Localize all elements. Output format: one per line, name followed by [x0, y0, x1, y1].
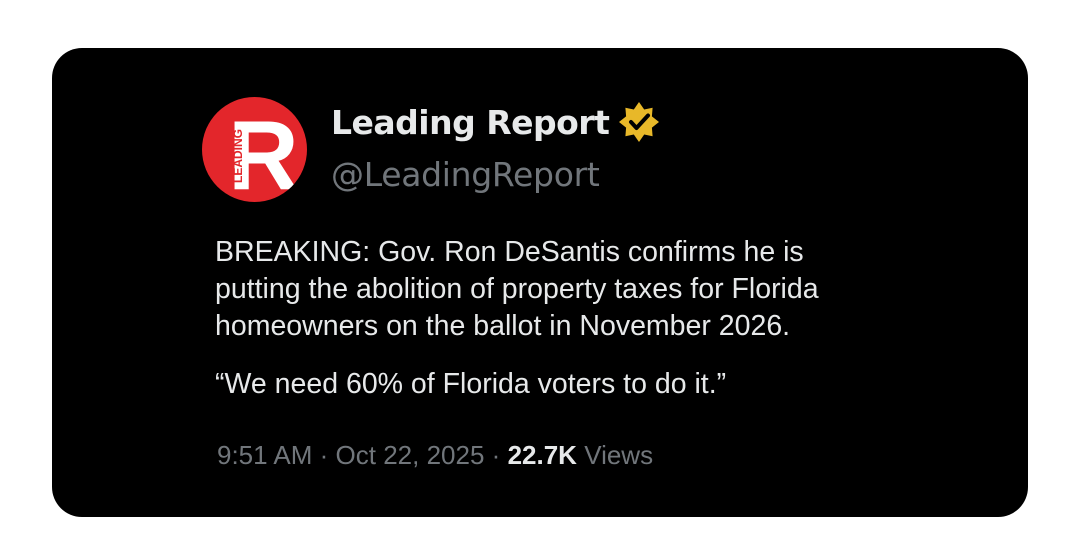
author-name-row[interactable]: Leading Report: [331, 100, 661, 144]
tweet-quote-paragraph: “We need 60% of Florida voters to do it.…: [215, 368, 727, 400]
author-display-name[interactable]: Leading Report: [331, 103, 610, 142]
tweet-meta: 9:51 AM · Oct 22, 2025 · 22.7K Views: [217, 440, 653, 471]
meta-separator: ·: [491, 440, 501, 470]
tweet-time[interactable]: 9:51 AM: [217, 440, 312, 470]
tweet-paragraph: BREAKING: Gov. Ron DeSantis confirms he …: [215, 236, 819, 342]
verified-badge-icon: [617, 100, 661, 144]
meta-separator: ·: [319, 440, 329, 470]
leading-report-logo-icon: R LEADING: [228, 100, 299, 202]
views-label: Views: [584, 440, 654, 470]
tweet-date[interactable]: Oct 22, 2025: [336, 440, 485, 470]
author-handle[interactable]: @LeadingReport: [331, 155, 600, 194]
avatar-side-text: LEADING: [231, 129, 245, 183]
views-count: 22.7K: [507, 440, 577, 470]
tweet-body: BREAKING: Gov. Ron DeSantis confirms he …: [215, 234, 935, 403]
avatar[interactable]: R LEADING: [202, 97, 307, 202]
